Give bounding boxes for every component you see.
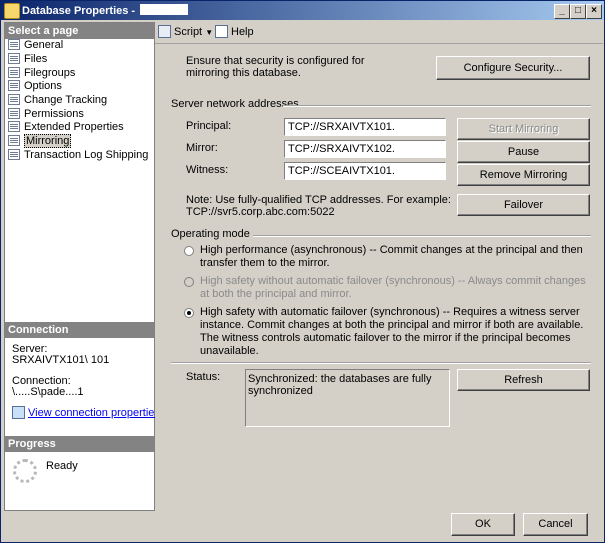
page-icon [8,94,20,105]
page-item-transaction-log-shipping[interactable]: Transaction Log Shipping [8,149,148,162]
redacted-db-name [140,4,189,15]
toolbar: Script ▼ Help [155,21,603,44]
refresh-button[interactable]: Refresh [457,369,590,391]
status-divider [171,362,591,364]
page-label: Change Tracking [24,94,108,106]
left-pane: Select a page General Files Filegroups O… [4,22,160,511]
view-connection-link[interactable]: View connection properties [28,407,160,419]
page-item-general[interactable]: General [8,39,63,52]
page-label: Mirroring [24,134,72,148]
status-label: Status: [186,371,221,383]
title-bar[interactable]: Database Properties - _ □ × [1,1,604,20]
mirror-address-field[interactable]: TCP://SRXAIVTX102. [284,140,446,158]
progress-spinner-icon [13,459,37,483]
page-label: Permissions [24,108,84,120]
close-button[interactable]: × [586,4,602,19]
high-safety-no-failover-radio[interactable] [184,277,194,287]
page-label: General [24,39,64,51]
page-icon [8,135,20,146]
status-text-box: Synchronized: the databases are fully sy… [245,369,450,427]
help-label: Help [231,26,254,38]
progress-header: Progress [5,436,154,452]
witness-address-field[interactable]: TCP://SCEAIVTX101. [284,162,446,180]
group-divider [283,105,591,107]
page-icon [8,67,20,78]
group-divider [253,235,591,237]
page-icon [8,80,20,91]
page-label: Transaction Log Shipping [24,149,149,161]
page-item-filegroups[interactable]: Filegroups [8,67,75,80]
minimize-button[interactable]: _ [554,4,570,19]
page-icon [8,149,20,160]
page-label: Extended Properties [24,121,124,133]
pause-button[interactable]: Pause [457,141,590,163]
right-pane: Script ▼ Help Ensure that security is co… [155,21,603,508]
help-icon [215,25,228,38]
page-item-mirroring[interactable]: Mirroring [8,134,72,148]
page-label: Options [24,80,62,92]
server-network-addresses-label: Server network addresses [171,98,299,110]
principal-label: Principal: [186,120,232,132]
high-safety-auto-failover-radio[interactable] [184,308,194,318]
principal-address-field[interactable]: TCP://SRXAIVTX101. [284,118,446,136]
operating-mode-label: Operating mode [171,228,250,240]
progress-status: Ready [46,460,78,472]
high-performance-text[interactable]: High performance (asynchronous) -- Commi… [200,244,590,270]
cancel-button[interactable]: Cancel [523,513,588,536]
script-label: Script [174,26,203,38]
page-item-files[interactable]: Files [8,53,47,66]
connection-header: Connection [5,322,154,338]
address-note-line2: TCP://svr5.corp.abc.com:5022 [186,206,335,218]
chevron-down-icon: ▼ [205,28,214,37]
connection-value: \.....S\pade....1 [12,386,84,398]
database-icon [4,3,20,19]
security-note: Ensure that security is configured for m… [186,55,365,79]
address-note-line1: Note: Use fully-qualified TCP addresses.… [186,194,451,206]
page-label: Filegroups [24,67,76,79]
window-title-text: Database Properties - [22,5,139,17]
high-performance-radio[interactable] [184,246,194,256]
select-page-header: Select a page [5,23,154,39]
view-connection-properties[interactable]: View connection properties [12,406,160,419]
page-label: Files [24,53,48,65]
page-item-change-tracking[interactable]: Change Tracking [8,94,107,107]
window-title: Database Properties - [22,4,189,17]
page-icon [8,108,20,119]
server-value: SRXAIVTX101\ 101 [12,354,110,366]
page-item-permissions[interactable]: Permissions [8,108,84,121]
mirroring-page: Ensure that security is configured for m… [155,44,603,508]
page-icon [8,39,20,50]
remove-mirroring-button[interactable]: Remove Mirroring [457,164,590,186]
dialog-footer: OK Cancel [155,509,603,542]
page-icon [8,121,20,132]
script-button[interactable]: Script ▼ [158,25,213,38]
help-button[interactable]: Help [215,25,254,38]
start-mirroring-button[interactable]: Start Mirroring [457,118,590,140]
ok-button[interactable]: OK [451,513,515,536]
maximize-button[interactable]: □ [570,4,586,19]
page-item-options[interactable]: Options [8,80,62,93]
high-safety-auto-failover-text[interactable]: High safety with automatic failover (syn… [200,306,590,358]
page-item-extended-properties[interactable]: Extended Properties [8,121,124,134]
mirror-label: Mirror: [186,142,218,154]
witness-label: Witness: [186,164,229,176]
page-icon [8,53,20,64]
properties-icon [12,406,25,419]
configure-security-button[interactable]: Configure Security... [436,56,590,80]
database-properties-window: Database Properties - _ □ × Select a pag… [0,0,605,543]
script-icon [158,25,171,38]
failover-button[interactable]: Failover [457,194,590,216]
high-safety-no-failover-text[interactable]: High safety without automatic failover (… [200,275,590,301]
